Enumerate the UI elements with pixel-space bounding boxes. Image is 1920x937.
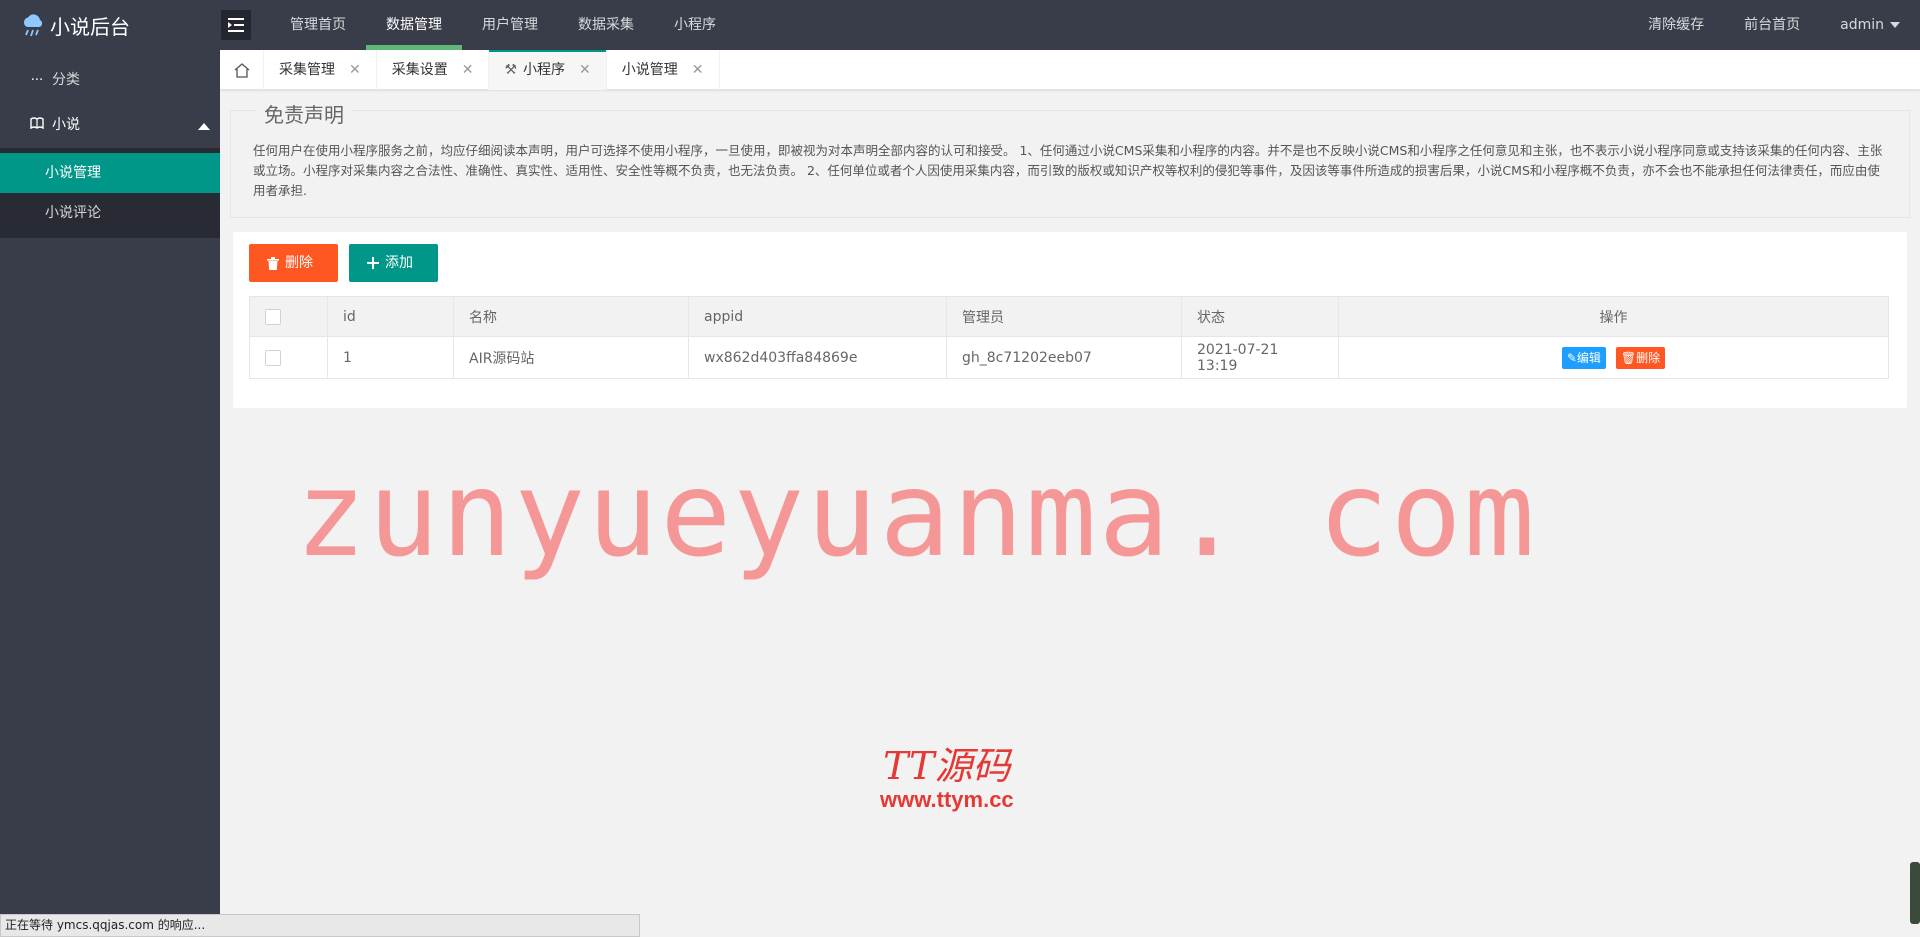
cell-appid: wx862d403ffa84869e — [688, 336, 947, 379]
tab-home[interactable] — [220, 50, 264, 90]
watermark-logo: TT源码 www.ttym.cc — [880, 745, 1014, 813]
row-checkbox[interactable] — [265, 349, 281, 366]
right-nav: 清除缓存 前台首页 admin — [1628, 0, 1920, 50]
menu-toggle-button[interactable] — [221, 10, 251, 40]
close-icon[interactable]: ✕ — [349, 50, 361, 90]
watermark-logo-top: TT源码 — [883, 744, 1011, 788]
user-menu[interactable]: admin — [1820, 0, 1920, 50]
sidebar-item-label: 小说 — [52, 117, 80, 133]
tab-label: 小程序 — [523, 62, 566, 78]
indent-icon — [228, 18, 244, 32]
top-header: 小说后台 管理首页 数据管理 用户管理 数据采集 小程序 清除缓存 前台首页 a… — [0, 0, 1920, 50]
tab-bar: 采集管理 ✕ 采集设置 ✕ ⚒ 小程序 ✕ 小说管理 ✕ — [220, 50, 1920, 90]
close-icon[interactable]: ✕ — [692, 50, 704, 90]
nav-admin-home[interactable]: 管理首页 — [270, 0, 366, 50]
edit-row-button[interactable]: ✎编辑 — [1561, 346, 1606, 369]
sidebar-item-category[interactable]: ··· 分类 — [0, 58, 220, 103]
tab-label: 小说管理 — [621, 62, 678, 78]
tab-collection-settings[interactable]: 采集设置 ✕ — [377, 50, 490, 90]
column-header-id[interactable]: id — [327, 296, 454, 337]
watermark-text: zunyueyuanma. com — [295, 445, 1537, 583]
delete-row-button[interactable]: 🗑删除 — [1615, 346, 1666, 369]
cell-actions: ✎编辑 🗑删除 — [1338, 336, 1889, 379]
cell-id: 1 — [327, 336, 454, 379]
side-widget[interactable] — [1910, 862, 1920, 924]
book-icon — [30, 103, 44, 148]
delete-button-label: 删除 — [285, 255, 313, 271]
clear-cache-link[interactable]: 清除缓存 — [1628, 0, 1724, 50]
sidebar-submenu: 小说管理 小说评论 — [0, 148, 220, 238]
caret-up-icon — [198, 123, 210, 130]
select-all-checkbox[interactable] — [265, 308, 281, 325]
sidebar-item-novel-management[interactable]: 小说管理 — [0, 153, 220, 193]
table-row: 1 AIR源码站 wx862d403ffa84869e gh_8c71202ee… — [249, 336, 1889, 379]
browser-status-bar: 正在等待 ymcs.qqjas.com 的响应... — [0, 914, 640, 937]
nav-mini-program[interactable]: 小程序 — [654, 0, 736, 50]
select-all-cell — [249, 296, 328, 337]
ellipsis-icon: ··· — [30, 73, 44, 88]
column-header-name[interactable]: 名称 — [453, 296, 689, 337]
disclaimer-fieldset: 免责声明 任何用户在使用小程序服务之前，均应仔细阅读本声明，用户可选择不使用小程… — [230, 99, 1910, 218]
delete-label: 删除 — [1636, 350, 1661, 365]
tools-icon: ⚒ — [504, 62, 518, 78]
close-icon[interactable]: ✕ — [579, 50, 591, 90]
trash-icon: 🗑 — [1620, 350, 1637, 365]
add-button-label: 添加 — [385, 255, 413, 271]
app-logo[interactable]: 小说后台 — [20, 0, 130, 50]
sidebar: ··· 分类 小说 小说管理 小说评论 — [0, 50, 220, 937]
username: admin — [1840, 17, 1884, 33]
data-card: 删除 添加 id 名称 appid 管理员 状态 操作 1 AIR源码站 wx8… — [233, 232, 1907, 408]
home-icon — [234, 62, 249, 78]
nav-user-management[interactable]: 用户管理 — [462, 0, 558, 50]
app-title: 小说后台 — [50, 14, 130, 39]
cell-name: AIR源码站 — [453, 336, 689, 379]
sidebar-item-novel[interactable]: 小说 — [0, 103, 220, 148]
frontend-home-link[interactable]: 前台首页 — [1724, 0, 1820, 50]
close-icon[interactable]: ✕ — [462, 50, 474, 90]
column-header-actions: 操作 — [1338, 296, 1889, 337]
edit-label: 编辑 — [1576, 350, 1601, 365]
tab-collection-management[interactable]: 采集管理 ✕ — [264, 50, 377, 90]
cloud-rain-icon — [23, 14, 43, 37]
add-button[interactable]: 添加 — [349, 244, 438, 282]
edit-icon: ✎ — [1566, 350, 1577, 365]
sidebar-item-novel-comments[interactable]: 小说评论 — [0, 193, 220, 233]
tab-mini-program[interactable]: ⚒ 小程序 ✕ — [489, 50, 607, 90]
tab-label: 采集设置 — [391, 62, 448, 78]
disclaimer-text: 任何用户在使用小程序服务之前，均应仔细阅读本声明，用户可选择不使用小程序，一旦使… — [253, 143, 1883, 198]
plus-icon — [367, 257, 379, 269]
caret-down-icon — [1890, 22, 1900, 28]
cell-status: 2021-07-21 13:19 — [1181, 336, 1339, 379]
delete-button[interactable]: 删除 — [249, 244, 338, 282]
column-header-status[interactable]: 状态 — [1181, 296, 1339, 337]
trash-icon — [267, 256, 279, 270]
column-header-admin[interactable]: 管理员 — [946, 296, 1182, 337]
disclaimer-title: 免责声明 — [256, 99, 352, 128]
top-nav: 管理首页 数据管理 用户管理 数据采集 小程序 — [270, 0, 736, 50]
cell-admin: gh_8c71202eeb07 — [946, 336, 1182, 379]
nav-data-collection[interactable]: 数据采集 — [558, 0, 654, 50]
tab-novel-management[interactable]: 小说管理 ✕ — [607, 50, 720, 90]
row-select-cell — [249, 336, 328, 379]
nav-data-management[interactable]: 数据管理 — [366, 0, 462, 50]
tab-label: 采集管理 — [279, 62, 335, 78]
column-header-appid[interactable]: appid — [688, 296, 947, 337]
watermark-logo-url: www.ttym.cc — [880, 787, 1014, 812]
sidebar-item-label: 分类 — [52, 72, 80, 88]
data-table: id 名称 appid 管理员 状态 操作 1 AIR源码站 wx862d403… — [249, 296, 1889, 379]
table-header-row: id 名称 appid 管理员 状态 操作 — [249, 296, 1889, 337]
